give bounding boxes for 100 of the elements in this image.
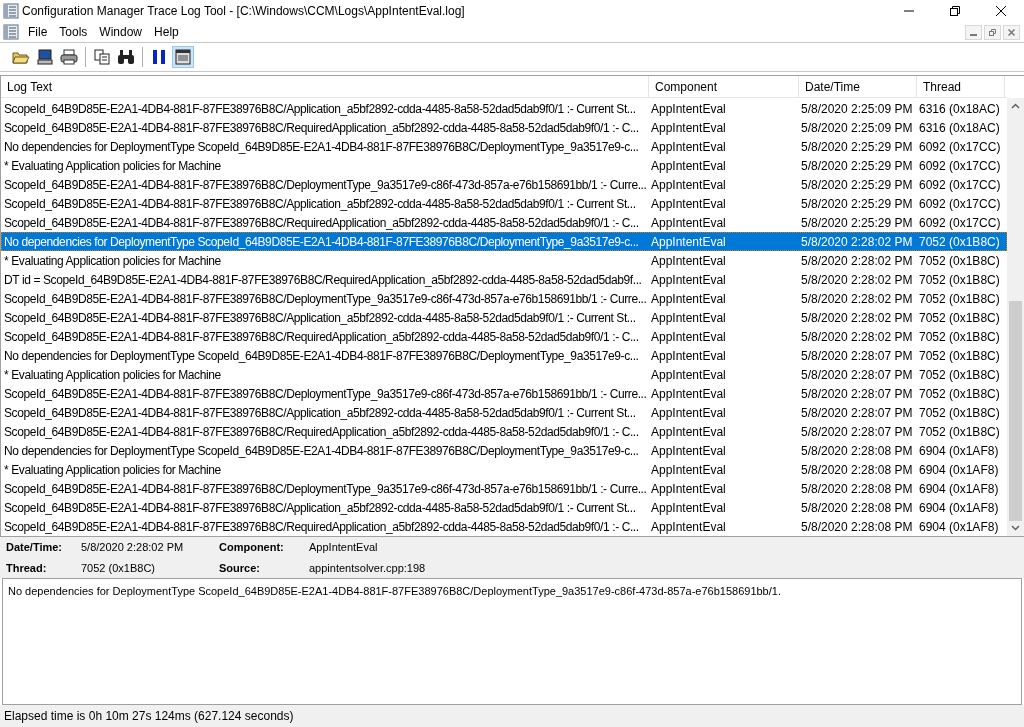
column-header[interactable]: Log Text bbox=[1, 76, 649, 97]
log-text: * Evaluating Application policies for Machine bbox=[4, 462, 221, 477]
log-text: ScopeId_64B9D85E-E2A1-4DB4-881F-87FE38976B8C/Application_a5bf2892-cdda-4485-8a58-52dad5dab9f0/1 :- Current St... bbox=[4, 101, 636, 116]
mdi-minimize-button[interactable] bbox=[965, 24, 982, 40]
component-text: AppIntentEval bbox=[651, 462, 726, 477]
binoculars-icon bbox=[117, 49, 135, 65]
column-header[interactable]: Date/Time bbox=[799, 76, 917, 97]
detail-pane-icon bbox=[175, 49, 191, 65]
component-text: AppIntentEval bbox=[651, 329, 726, 344]
datetime-text: 5/8/2020 2:25:29 PM bbox=[801, 196, 913, 211]
thread-text: 6904 (0x1AF8) bbox=[919, 462, 999, 477]
component-text: AppIntentEval bbox=[651, 120, 726, 135]
log-row[interactable]: ScopeId_64B9D85E-E2A1-4DB4-881F-87FE38976B8C/RequiredApplication_a5bf2892-cdda-4485-8a58-52dad5dab9f0/1 :- C... AppIntentEval 5/8/2020 2:25:09 PM 6316 (0x18AC) bbox=[1, 118, 1007, 137]
log-row[interactable]: ScopeId_64B9D85E-E2A1-4DB4-881F-87FE38976B8C/Application_a5bf2892-cdda-4485-8a58-52dad5dab9f0/1 :- Current St... AppIntentEval 5/8/2020 2:28:08 PM 6904 (0x1AF8) bbox=[1, 498, 1007, 517]
message-text: No dependencies for DeploymentType ScopeId_64B9D85E-E2A1-4DB4-881F-87FE38976B8C/DeploymentType_9a3517e9-c86f-473d-857a-e76b158691bb/1. bbox=[8, 585, 781, 597]
log-row[interactable]: ScopeId_64B9D85E-E2A1-4DB4-881F-87FE38976B8C/DeploymentType_9a3517e9-c86f-473d-857a-e76b158691bb/1 :- Curre... AppIntentEval 5/8/2020 2:28:02 PM 7052 (0x1B8C) bbox=[1, 289, 1007, 308]
datetime-text: 5/8/2020 2:28:02 PM bbox=[801, 272, 913, 287]
log-row[interactable]: No dependencies for DeploymentType ScopeId_64B9D85E-E2A1-4DB4-881F-87FE38976B8C/DeploymentType_9a3517e9-c... AppIntentEval 5/8/2020 2:28:07 PM 7052 (0x1B8C) bbox=[1, 346, 1007, 365]
thread-text: 6904 (0x1AF8) bbox=[919, 500, 999, 515]
mdi-restore-button[interactable] bbox=[984, 24, 1001, 40]
thread-text: 7052 (0x1B8C) bbox=[919, 386, 1000, 401]
log-row[interactable]: ScopeId_64B9D85E-E2A1-4DB4-881F-87FE38976B8C/Application_a5bf2892-cdda-4485-8a58-52dad5dab9f0/1 :- Current St... AppIntentEval 5/8/2020 2:28:02 PM 7052 (0x1B8C) bbox=[1, 308, 1007, 327]
component-text: AppIntentEval bbox=[651, 481, 726, 496]
log-row[interactable]: ScopeId_64B9D85E-E2A1-4DB4-881F-87FE38976B8C/Application_a5bf2892-cdda-4485-8a58-52dad5dab9f0/1 :- Current St... AppIntentEval 5/8/2020 2:25:29 PM 6092 (0x17CC) bbox=[1, 194, 1007, 213]
menu-item[interactable]: File bbox=[22, 23, 54, 41]
close-icon bbox=[1008, 28, 1015, 36]
thread-text: 7052 (0x1B8C) bbox=[919, 348, 1000, 363]
component-text: AppIntentEval bbox=[651, 310, 726, 325]
log-text: ScopeId_64B9D85E-E2A1-4DB4-881F-87FE38976B8C/Application_a5bf2892-cdda-4485-8a58-52dad5dab9f0/1 :- Current St... bbox=[4, 196, 636, 211]
thread-text: 6092 (0x17CC) bbox=[919, 158, 1001, 173]
detail-value: 7052 (0x1B8C) bbox=[81, 560, 156, 576]
log-row[interactable]: ScopeId_64B9D85E-E2A1-4DB4-881F-87FE38976B8C/RequiredApplication_a5bf2892-cdda-4485-8a58-52dad5dab9f0/1 :- C... AppIntentEval 5/8/2020 2:28:08 PM 6904 (0x1AF8) bbox=[1, 517, 1007, 536]
log-row[interactable]: ScopeId_64B9D85E-E2A1-4DB4-881F-87FE38976B8C/DeploymentType_9a3517e9-c86f-473d-857a-e76b158691bb/1 :- Curre... AppIntentEval 5/8/2020 2:25:29 PM 6092 (0x17CC) bbox=[1, 175, 1007, 194]
mdi-close-button[interactable] bbox=[1003, 24, 1020, 40]
datetime-text: 5/8/2020 2:28:08 PM bbox=[801, 500, 913, 515]
component-text: AppIntentEval bbox=[651, 443, 726, 458]
log-text: ScopeId_64B9D85E-E2A1-4DB4-881F-87FE38976B8C/Application_a5bf2892-cdda-4485-8a58-52dad5dab9f0/1 :- Current St... bbox=[4, 310, 636, 325]
log-row[interactable]: * Evaluating Application policies for Machine AppIntentEval 5/8/2020 2:25:29 PM 6092 (0x17CC) bbox=[1, 156, 1007, 175]
details-tool-button[interactable] bbox=[172, 46, 194, 68]
log-row[interactable]: No dependencies for DeploymentType ScopeId_64B9D85E-E2A1-4DB4-881F-87FE38976B8C/DeploymentType_9a3517e9-c... AppIntentEval 5/8/2020 2:28:02 PM 7052 (0x1B8C) bbox=[1, 232, 1007, 251]
datetime-text: 5/8/2020 2:25:09 PM bbox=[801, 120, 913, 135]
copy-tool-button[interactable] bbox=[91, 46, 113, 68]
log-text: ScopeId_64B9D85E-E2A1-4DB4-881F-87FE38976B8C/Application_a5bf2892-cdda-4485-8a58-52dad5dab9f0/1 :- Current St... bbox=[4, 405, 636, 420]
log-row[interactable]: ScopeId_64B9D85E-E2A1-4DB4-881F-87FE38976B8C/DeploymentType_9a3517e9-c86f-473d-857a-e76b158691bb/1 :- Curre... AppIntentEval 5/8/2020 2:28:07 PM 7052 (0x1B8C) bbox=[1, 384, 1007, 403]
log-row[interactable]: * Evaluating Application policies for Machine AppIntentEval 5/8/2020 2:28:08 PM 6904 (0x1AF8) bbox=[1, 460, 1007, 479]
log-row[interactable]: * Evaluating Application policies for Machine AppIntentEval 5/8/2020 2:28:07 PM 7052 (0x1B8C) bbox=[1, 365, 1007, 384]
component-text: AppIntentEval bbox=[651, 424, 726, 439]
datetime-text: 5/8/2020 2:25:29 PM bbox=[801, 158, 913, 173]
log-text: No dependencies for DeploymentType ScopeId_64B9D85E-E2A1-4DB4-881F-87FE38976B8C/DeploymentType_9a3517e9-c... bbox=[4, 139, 639, 154]
datetime-text: 5/8/2020 2:28:08 PM bbox=[801, 519, 913, 534]
thread-text: 7052 (0x1B8C) bbox=[919, 329, 1000, 344]
datetime-text: 5/8/2020 2:28:02 PM bbox=[801, 329, 913, 344]
log-row[interactable]: ScopeId_64B9D85E-E2A1-4DB4-881F-87FE38976B8C/Application_a5bf2892-cdda-4485-8a58-52dad5dab9f0/1 :- Current St... AppIntentEval 5/8/2020 2:28:07 PM 7052 (0x1B8C) bbox=[1, 403, 1007, 422]
menu-item[interactable]: Tools bbox=[53, 23, 94, 41]
log-text: ScopeId_64B9D85E-E2A1-4DB4-881F-87FE38976B8C/DeploymentType_9a3517e9-c86f-473d-857a-e76b158691bb/1 :- Curre... bbox=[4, 481, 647, 496]
computer-tool-button[interactable] bbox=[34, 46, 56, 68]
log-document-icon bbox=[3, 24, 19, 40]
detail-label: Component: bbox=[219, 540, 285, 555]
datetime-text: 5/8/2020 2:28:07 PM bbox=[801, 405, 913, 420]
log-text: * Evaluating Application policies for Machine bbox=[4, 253, 221, 268]
menu-item[interactable]: Help bbox=[148, 23, 185, 41]
log-row[interactable]: DT id = ScopeId_64B9D85E-E2A1-4DB4-881F-87FE38976B8C/RequiredApplication_a5bf2892-cdda-4485-8a58-52dad5dab9f... AppIntentEval 5/8/2020 2:28:02 PM 7052 (0x1B8C) bbox=[1, 270, 1007, 289]
log-row[interactable]: ScopeId_64B9D85E-E2A1-4DB4-881F-87FE38976B8C/RequiredApplication_a5bf2892-cdda-4485-8a58-52dad5dab9f0/1 :- C... AppIntentEval 5/8/2020 2:28:02 PM 7052 (0x1B8C) bbox=[1, 327, 1007, 346]
detail-value: appintentsolver.cpp:198 bbox=[309, 560, 427, 576]
thread-text: 7052 (0x1B8C) bbox=[919, 253, 1000, 268]
log-row[interactable]: * Evaluating Application policies for Machine AppIntentEval 5/8/2020 2:28:02 PM 7052 (0x1B8C) bbox=[1, 251, 1007, 270]
computer-icon bbox=[37, 49, 53, 65]
detail-label: Date/Time: bbox=[6, 540, 64, 555]
log-text: No dependencies for DeploymentType ScopeId_64B9D85E-E2A1-4DB4-881F-87FE38976B8C/DeploymentType_9a3517e9-c... bbox=[4, 348, 639, 363]
scrollbar[interactable] bbox=[1007, 98, 1024, 536]
log-text: ScopeId_64B9D85E-E2A1-4DB4-881F-87FE38976B8C/RequiredApplication_a5bf2892-cdda-4485-8a58-52dad5dab9f0/1 :- C... bbox=[4, 120, 639, 135]
log-text: ScopeId_64B9D85E-E2A1-4DB4-881F-87FE38976B8C/DeploymentType_9a3517e9-c86f-473d-857a-e76b158691bb/1 :- Curre... bbox=[4, 386, 647, 401]
log-row[interactable]: ScopeId_64B9D85E-E2A1-4DB4-881F-87FE38976B8C/RequiredApplication_a5bf2892-cdda-4485-8a58-52dad5dab9f0/1 :- C... AppIntentEval 5/8/2020 2:28:07 PM 7052 (0x1B8C) bbox=[1, 422, 1007, 441]
component-text: AppIntentEval bbox=[651, 158, 726, 173]
datetime-text: 5/8/2020 2:25:09 PM bbox=[801, 101, 913, 116]
datetime-text: 5/8/2020 2:28:08 PM bbox=[801, 443, 913, 458]
datetime-text: 5/8/2020 2:28:08 PM bbox=[801, 462, 913, 477]
thread-text: 7052 (0x1B8C) bbox=[919, 310, 1000, 325]
scroll-thumb[interactable] bbox=[1009, 301, 1022, 521]
log-row[interactable]: No dependencies for DeploymentType ScopeId_64B9D85E-E2A1-4DB4-881F-87FE38976B8C/DeploymentType_9a3517e9-c... AppIntentEval 5/8/2020 2:28:08 PM 6904 (0x1AF8) bbox=[1, 441, 1007, 460]
log-text: * Evaluating Application policies for Machine bbox=[4, 367, 221, 382]
datetime-text: 5/8/2020 2:28:07 PM bbox=[801, 367, 913, 382]
log-text: ScopeId_64B9D85E-E2A1-4DB4-881F-87FE38976B8C/RequiredApplication_a5bf2892-cdda-4485-8a58-52dad5dab9f0/1 :- C... bbox=[4, 424, 639, 439]
detail-value: 5/8/2020 2:28:02 PM bbox=[81, 540, 185, 555]
log-row[interactable]: No dependencies for DeploymentType ScopeId_64B9D85E-E2A1-4DB4-881F-87FE38976B8C/DeploymentType_9a3517e9-c... AppIntentEval 5/8/2020 2:25:29 PM 6092 (0x17CC) bbox=[1, 137, 1007, 156]
log-row[interactable]: ScopeId_64B9D85E-E2A1-4DB4-881F-87FE38976B8C/DeploymentType_9a3517e9-c86f-473d-857a-e76b158691bb/1 :- Curre... AppIntentEval 5/8/2020 2:28:08 PM 6904 (0x1AF8) bbox=[1, 479, 1007, 498]
thread-text: 6904 (0x1AF8) bbox=[919, 481, 999, 496]
thread-text: 6092 (0x17CC) bbox=[919, 215, 1001, 230]
print-tool-button[interactable] bbox=[58, 46, 80, 68]
menu-item[interactable]: Window bbox=[93, 23, 149, 41]
log-row[interactable]: ScopeId_64B9D85E-E2A1-4DB4-881F-87FE38976B8C/Application_a5bf2892-cdda-4485-8a58-52dad5dab9f0/1 :- Current St... AppIntentEval 5/8/2020 2:25:09 PM 6316 (0x18AC) bbox=[1, 99, 1007, 118]
thread-text: 6092 (0x17CC) bbox=[919, 177, 1001, 192]
column-header[interactable]: Thread bbox=[917, 76, 1005, 97]
pause-icon bbox=[152, 49, 166, 65]
log-row[interactable]: ScopeId_64B9D85E-E2A1-4DB4-881F-87FE38976B8C/RequiredApplication_a5bf2892-cdda-4485-8a58-52dad5dab9f0/1 :- C... AppIntentEval 5/8/2020 2:25:29 PM 6092 (0x17CC) bbox=[1, 213, 1007, 232]
thread-text: 6092 (0x17CC) bbox=[919, 196, 1001, 211]
component-text: AppIntentEval bbox=[651, 139, 726, 154]
column-header[interactable]: Component bbox=[649, 76, 799, 97]
log-text: DT id = ScopeId_64B9D85E-E2A1-4DB4-881F-87FE38976B8C/RequiredApplication_a5bf2892-cdda-4485-8a58-52dad5dab9f... bbox=[4, 272, 642, 287]
component-text: AppIntentEval bbox=[651, 500, 726, 515]
